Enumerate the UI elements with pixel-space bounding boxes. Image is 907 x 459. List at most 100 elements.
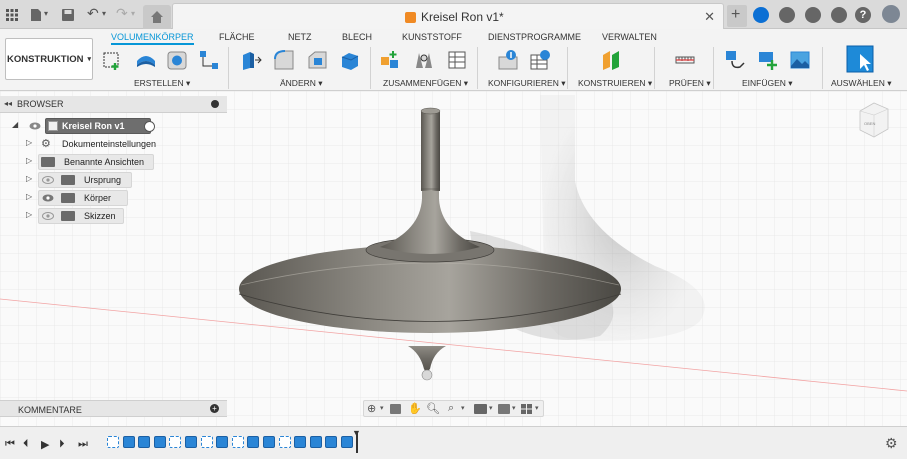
group-einfuegen[interactable]: EINFÜGEN ▾ (742, 78, 793, 89)
extensions-icon[interactable] (753, 7, 769, 23)
timeline-marker-head-icon[interactable]: ▼ (352, 428, 361, 438)
fit-icon[interactable]: ⌕ (448, 402, 454, 415)
tab-flaeche[interactable]: FLÄCHE (219, 32, 255, 42)
eye-hidden-icon[interactable] (42, 212, 54, 220)
configure-icon[interactable] (497, 49, 519, 71)
group-aendern[interactable]: ÄNDERN ▾ (280, 78, 323, 89)
shell-icon[interactable] (339, 49, 361, 71)
tree-item-benannte-ansichten[interactable]: ▷ Benannte Ansichten (26, 154, 166, 171)
fillet-icon[interactable] (273, 49, 295, 71)
select-icon[interactable] (846, 45, 874, 73)
tree-root[interactable]: ◢ Kreisel Ron v1 (12, 118, 172, 135)
redo-icon[interactable]: ↷ (116, 5, 128, 22)
extrude-icon[interactable] (135, 49, 157, 71)
grid-settings-icon[interactable] (498, 404, 510, 414)
timeline-sketch-icon[interactable] (200, 436, 213, 448)
chevron-down-icon[interactable]: ▾ (512, 404, 516, 412)
group-zusammenfuegen[interactable]: ZUSAMMENFÜGEN ▾ (383, 78, 468, 89)
measure-icon[interactable] (674, 49, 696, 71)
timeline-sketch-icon[interactable] (107, 436, 119, 448)
form-icon[interactable] (198, 49, 220, 71)
timeline-body-icon[interactable] (185, 436, 197, 448)
expand-arrow-icon[interactable]: ▷ (26, 156, 32, 165)
redo-dropdown-icon[interactable]: ▾ (131, 9, 135, 18)
undo-dropdown-icon[interactable]: ▾ (102, 9, 106, 18)
undo-icon[interactable]: ↶ (87, 5, 99, 22)
network-icon[interactable] (831, 7, 847, 23)
tree-item-skizzen[interactable]: ▷ Skizzen (26, 208, 166, 225)
help-icon[interactable]: ? (855, 7, 871, 23)
tab-volumenkoerper[interactable]: VOLUMENKÖRPER (111, 32, 194, 45)
tree-item-dokumenteinstellungen[interactable]: ▷ ⚙ Dokumenteinstellungen (26, 137, 166, 153)
timeline-body-icon[interactable] (263, 436, 275, 448)
expand-arrow-icon[interactable]: ▷ (26, 174, 32, 183)
timeline-body-icon[interactable] (216, 436, 229, 448)
group-konstruieren[interactable]: KONSTRUIEREN ▾ (578, 78, 652, 89)
zoom-icon[interactable]: 🔍︎ (426, 402, 440, 415)
insert-derive-icon[interactable] (724, 49, 746, 71)
timeline-body-icon[interactable] (247, 436, 260, 448)
chevron-down-icon[interactable]: ▾ (380, 404, 384, 412)
tab-dienstprogramme[interactable]: DIENSTPROGRAMME (488, 32, 581, 42)
tab-kunststoff[interactable]: KUNSTSTOFF (402, 32, 462, 42)
avatar[interactable] (882, 5, 900, 23)
collapse-panel-icon[interactable]: ◂◂ (4, 99, 12, 108)
revolve-icon[interactable] (166, 49, 188, 71)
create-sketch-icon[interactable] (102, 49, 124, 71)
timeline-body-icon[interactable] (138, 436, 151, 448)
offset-plane-icon[interactable] (600, 49, 622, 71)
expand-arrow-icon[interactable]: ▷ (26, 138, 32, 147)
new-tab-button[interactable]: + (727, 5, 747, 27)
press-pull-icon[interactable] (240, 49, 262, 71)
step-back-icon[interactable]: ⏴ (23, 438, 29, 451)
group-konfigurieren[interactable]: KONFIGURIEREN ▾ (488, 78, 565, 89)
timeline-body-icon[interactable] (325, 436, 338, 448)
insert-mesh-icon[interactable] (757, 49, 779, 71)
joint-icon[interactable] (413, 49, 435, 71)
panel-options-icon[interactable] (211, 100, 219, 108)
expand-arrow-icon[interactable]: ▷ (26, 210, 32, 219)
chevron-down-icon[interactable]: ▾ (535, 404, 539, 412)
timeline-sketch-icon[interactable] (278, 436, 291, 448)
timeline-body-icon[interactable] (341, 436, 353, 448)
expand-arrow-icon[interactable]: ◢ (12, 120, 18, 129)
eye-hidden-icon[interactable] (42, 176, 54, 184)
close-tab-icon[interactable]: ✕ (704, 9, 715, 25)
chevron-down-icon[interactable]: ▾ (489, 404, 493, 412)
orbit-icon[interactable]: ⊕ (367, 402, 376, 415)
pan-hand-icon[interactable]: ✋ (408, 402, 422, 415)
grid-menu-icon[interactable] (5, 8, 19, 22)
timeline-body-icon[interactable] (122, 436, 135, 448)
document-tab[interactable]: Kreisel Ron v1* ✕ (172, 3, 724, 29)
go-to-start-icon[interactable]: ⏮ (5, 438, 15, 451)
group-auswaehlen[interactable]: AUSWÄHLEN ▾ (831, 78, 891, 89)
file-dropdown-icon[interactable]: ▾ (44, 9, 48, 18)
job-status-icon[interactable] (779, 7, 795, 23)
group-erstellen[interactable]: ERSTELLEN ▾ (134, 78, 190, 89)
tab-verwalten[interactable]: VERWALTEN (602, 32, 657, 42)
viewports-icon[interactable] (521, 404, 533, 415)
table-icon[interactable] (446, 49, 468, 71)
look-at-icon[interactable] (390, 404, 401, 414)
timeline-sketch-icon[interactable] (231, 436, 244, 448)
add-comment-icon[interactable]: + (210, 404, 219, 413)
chamfer-icon[interactable] (306, 49, 328, 71)
new-component-icon[interactable] (379, 49, 401, 71)
activate-radio-icon[interactable] (144, 121, 155, 132)
timeline-body-icon[interactable] (309, 436, 322, 448)
save-icon[interactable] (61, 8, 75, 22)
notifications-icon[interactable] (805, 7, 821, 23)
play-icon[interactable]: ▶ (41, 438, 49, 451)
go-to-end-icon[interactable]: ⏭ (78, 438, 88, 451)
tree-item-koerper[interactable]: ▷ Körper (26, 190, 166, 207)
home-tab[interactable] (143, 5, 171, 29)
configure-table-icon[interactable] (529, 49, 551, 71)
file-icon[interactable] (29, 8, 43, 22)
tab-blech[interactable]: BLECH (342, 32, 372, 42)
step-forward-icon[interactable]: ⏵ (59, 438, 65, 451)
eye-icon[interactable] (29, 122, 41, 130)
eye-icon[interactable] (42, 194, 54, 202)
tree-item-ursprung[interactable]: ▷ Ursprung (26, 172, 166, 189)
group-pruefen[interactable]: PRÜFEN ▾ (669, 78, 711, 89)
timeline-sketch-icon[interactable] (169, 436, 182, 448)
